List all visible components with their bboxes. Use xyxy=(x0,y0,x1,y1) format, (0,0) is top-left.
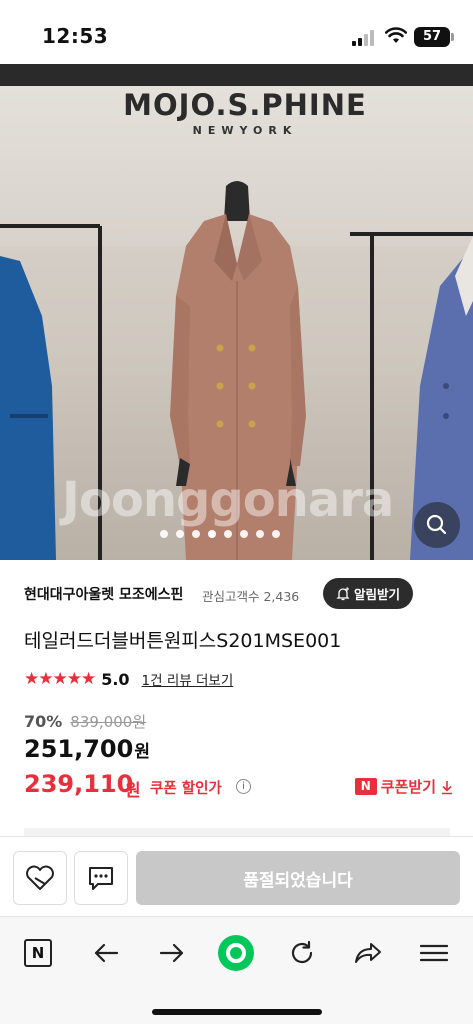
menu-icon xyxy=(420,944,448,962)
follower-count: 관심고객수 2,436 xyxy=(202,589,300,604)
coupon-row: 239,110 원 쿠폰 할인가 i N 쿠폰받기 xyxy=(24,770,454,801)
carousel-dots[interactable] xyxy=(160,530,280,538)
signal-icon xyxy=(352,30,378,46)
back-arrow-icon xyxy=(94,943,119,963)
battery-indicator: 57 xyxy=(414,27,454,47)
info-icon[interactable]: i xyxy=(236,779,251,794)
watermark: Joonggonara xyxy=(62,472,394,528)
header-strip xyxy=(0,64,473,86)
naver-home-button[interactable]: N xyxy=(18,935,58,971)
alarm-label: 알림받기 xyxy=(353,587,400,602)
zoom-button[interactable] xyxy=(414,502,460,548)
status-time: 12:53 xyxy=(42,24,109,48)
chat-icon xyxy=(89,867,113,890)
review-link[interactable]: 1건 리뷰 더보기 xyxy=(142,669,234,689)
carousel-dot[interactable] xyxy=(224,530,232,538)
get-coupon-button[interactable]: N 쿠폰받기 xyxy=(354,776,454,797)
green-dot-button[interactable] xyxy=(216,935,256,971)
star-rating-icon: ★★★★★ xyxy=(24,669,96,689)
heart-icon xyxy=(26,865,54,890)
back-button[interactable] xyxy=(86,935,126,971)
discount-row: 70% 839,000원 xyxy=(24,711,146,732)
carousel-dot-active[interactable] xyxy=(208,530,216,538)
rating-row: ★★★★★ 5.0 1건 리뷰 더보기 xyxy=(24,667,233,691)
original-price: 839,000원 xyxy=(70,713,147,731)
wifi-icon xyxy=(385,27,407,43)
rating-value: 5.0 xyxy=(101,669,130,689)
carousel-dot[interactable] xyxy=(240,530,248,538)
forward-button[interactable] xyxy=(152,935,192,971)
get-coupon-label: 쿠폰받기 xyxy=(380,778,436,796)
sale-price: 251,700 xyxy=(24,735,134,763)
share-icon xyxy=(355,943,381,963)
wishlist-button[interactable] xyxy=(13,851,67,905)
refresh-icon xyxy=(291,940,313,964)
product-title: 테일러드더블버튼원피스S201MSE001 xyxy=(24,630,342,652)
store-name[interactable]: 현대대구아울렛 모조에스핀 xyxy=(24,584,183,604)
chat-button[interactable] xyxy=(74,851,128,905)
refresh-button[interactable] xyxy=(282,935,322,971)
price-row: 251,700 원 xyxy=(24,735,150,763)
soldout-button[interactable]: 품절되었습니다 xyxy=(136,851,460,905)
menu-button[interactable] xyxy=(414,935,454,971)
download-icon xyxy=(442,780,452,794)
carousel-dot[interactable] xyxy=(256,530,264,538)
carousel-dot[interactable] xyxy=(272,530,280,538)
coupon-price-unit: 원 xyxy=(125,781,141,801)
naver-home-icon: N xyxy=(24,939,52,967)
browser-toolbar: N xyxy=(0,916,473,1024)
price-unit: 원 xyxy=(134,742,150,762)
green-dot-icon xyxy=(218,935,254,971)
coupon-label: 쿠폰 할인가 xyxy=(150,781,222,797)
carousel-dot[interactable] xyxy=(192,530,200,538)
home-indicator xyxy=(152,1009,322,1015)
store-row: 현대대구아울렛 모조에스핀 관심고객수 2,436 알림받기 xyxy=(24,578,454,610)
bell-plus-icon xyxy=(336,586,350,600)
product-image[interactable]: MOJO.S.PHINE NEWYORK Joonggonara xyxy=(0,86,473,560)
share-button[interactable] xyxy=(348,935,388,971)
coupon-price: 239,110 xyxy=(24,770,134,798)
search-icon xyxy=(426,514,447,535)
carousel-dot[interactable] xyxy=(176,530,184,538)
forward-arrow-icon xyxy=(159,943,184,963)
naver-badge-icon: N xyxy=(354,778,377,795)
status-bar: 12:53 57 xyxy=(0,0,473,64)
discount-rate: 70% xyxy=(24,712,63,731)
carousel-dot[interactable] xyxy=(160,530,168,538)
purchase-action-bar: 품절되었습니다 xyxy=(0,836,473,916)
alarm-button[interactable]: 알림받기 xyxy=(323,578,413,609)
